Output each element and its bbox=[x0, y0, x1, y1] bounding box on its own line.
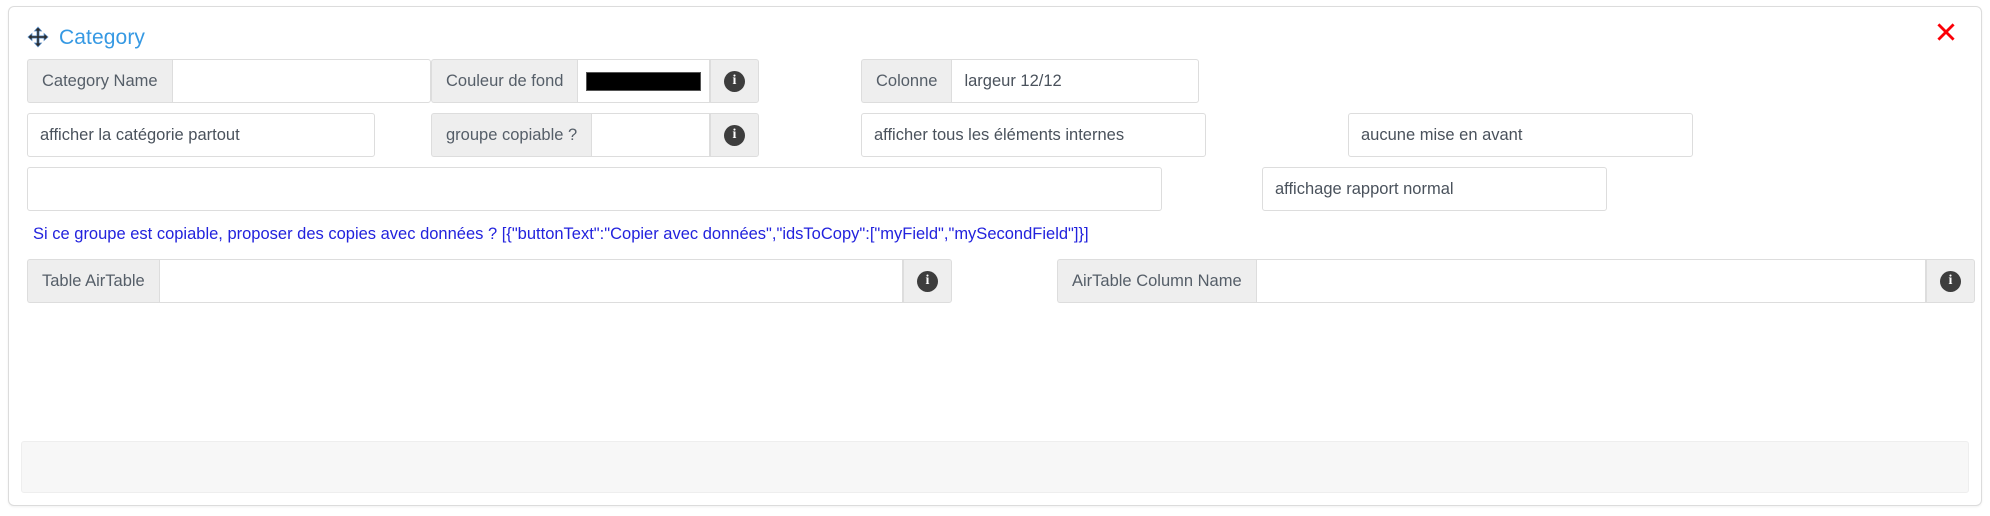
report-display-select[interactable]: affichage rapport normal bbox=[1262, 167, 1607, 211]
category-name-label: Category Name bbox=[27, 59, 172, 103]
column-label: Colonne bbox=[861, 59, 952, 103]
card-body: Category Name Couleur de fond i Colonne … bbox=[9, 59, 1981, 304]
airtable-column-info-button[interactable]: i bbox=[1926, 259, 1975, 304]
field-column: Colonne largeur 12/12 bbox=[861, 59, 1301, 103]
field-category-name: Category Name bbox=[27, 59, 431, 103]
show-category-select[interactable]: afficher la catégorie partout bbox=[27, 113, 375, 157]
info-circle-icon: i bbox=[1940, 270, 1961, 292]
field-airtable-table: Table AirTable i bbox=[27, 259, 952, 304]
field-airtable-column: AirTable Column Name i bbox=[1057, 259, 1975, 304]
field-copy-json bbox=[27, 167, 1162, 211]
move-arrows-icon[interactable] bbox=[27, 26, 49, 48]
copy-json-help-text: Si ce groupe est copiable, proposer des … bbox=[33, 225, 1089, 243]
copy-json-input[interactable] bbox=[27, 167, 1162, 211]
card-footer bbox=[21, 441, 1969, 493]
field-background-color: Couleur de fond i bbox=[431, 59, 861, 103]
color-swatch bbox=[586, 71, 701, 91]
form-row-3: affichage rapport normal bbox=[27, 167, 1963, 211]
form-row-1: Category Name Couleur de fond i Colonne … bbox=[27, 59, 1963, 103]
info-circle-icon: i bbox=[724, 124, 745, 146]
form-row-4: Table AirTable i AirTable Column Name i bbox=[27, 259, 1975, 304]
field-report-display: affichage rapport normal bbox=[1262, 167, 1607, 211]
copyable-group-info-button[interactable]: i bbox=[710, 113, 759, 157]
close-icon[interactable] bbox=[1933, 19, 1959, 45]
field-show-internal-elements: afficher tous les éléments internes bbox=[861, 113, 1301, 157]
airtable-table-info-button[interactable]: i bbox=[903, 259, 952, 304]
field-show-category: afficher la catégorie partout bbox=[27, 113, 431, 157]
category-name-input[interactable] bbox=[171, 59, 431, 103]
highlight-select[interactable]: aucune mise en avant bbox=[1348, 113, 1693, 157]
category-card: Category Category Name Couleur de fond i… bbox=[8, 6, 1982, 506]
category-panel-wrapper: Category Category Name Couleur de fond i… bbox=[0, 0, 1990, 516]
field-copyable-group: groupe copiable ? i bbox=[431, 113, 861, 157]
background-color-info-button[interactable]: i bbox=[710, 59, 759, 103]
background-color-label: Couleur de fond bbox=[431, 59, 578, 103]
field-highlight: aucune mise en avant bbox=[1348, 113, 1693, 157]
column-select[interactable]: largeur 12/12 bbox=[951, 59, 1199, 103]
info-circle-icon: i bbox=[724, 70, 745, 92]
copyable-group-input[interactable] bbox=[591, 113, 710, 157]
airtable-column-label: AirTable Column Name bbox=[1057, 259, 1256, 304]
airtable-column-input[interactable] bbox=[1255, 259, 1926, 304]
info-circle-icon: i bbox=[917, 270, 938, 292]
show-internal-elements-select[interactable]: afficher tous les éléments internes bbox=[861, 113, 1206, 157]
form-row-2: afficher la catégorie partout groupe cop… bbox=[27, 113, 1963, 157]
copyable-group-label: groupe copiable ? bbox=[431, 113, 592, 157]
airtable-table-input[interactable] bbox=[158, 259, 903, 304]
background-color-swatch-field[interactable] bbox=[577, 59, 710, 103]
card-header: Category bbox=[9, 7, 1981, 59]
airtable-table-label: Table AirTable bbox=[27, 259, 159, 304]
page-title[interactable]: Category bbox=[59, 27, 145, 48]
